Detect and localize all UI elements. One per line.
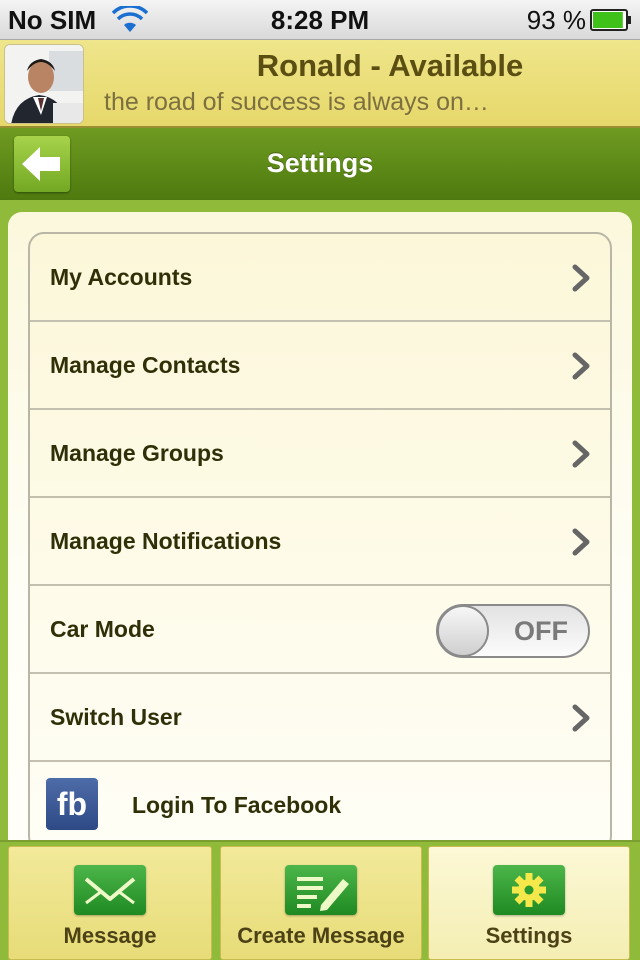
profile-name: Ronald - Available (256, 48, 524, 83)
settings-panel: My Accounts Manage Contacts Manage Group… (8, 212, 632, 852)
settings-item-car-mode: Car Mode OFF (30, 586, 610, 674)
tab-label: Message (63, 923, 157, 948)
tab-settings[interactable]: Settings (428, 846, 630, 960)
battery-icon (590, 9, 631, 31)
settings-item-label: Login To Facebook (132, 792, 342, 818)
settings-item-login-facebook[interactable]: fb Login To Facebook (30, 762, 610, 850)
tab-label: Settings (485, 923, 573, 948)
profile-header[interactable]: Ronald - Available the road of success i… (0, 40, 640, 128)
status-bar: No SIM 8:28 PM 93 % (0, 0, 640, 40)
chevron-right-icon (572, 440, 590, 468)
tab-label: Create Message (237, 923, 405, 948)
settings-item-label: Switch User (50, 704, 182, 730)
settings-item-label: Manage Groups (50, 440, 224, 466)
envelope-icon (74, 865, 146, 915)
settings-item-switch-user[interactable]: Switch User (30, 674, 610, 762)
settings-list: My Accounts Manage Contacts Manage Group… (28, 232, 612, 852)
settings-item-manage-contacts[interactable]: Manage Contacts (30, 322, 610, 410)
chevron-right-icon (572, 528, 590, 556)
settings-item-label: My Accounts (50, 264, 193, 290)
tab-create-message[interactable]: Create Message (220, 846, 422, 960)
settings-item-manage-groups[interactable]: Manage Groups (30, 410, 610, 498)
toggle-knob[interactable] (437, 605, 489, 657)
toggle-state-label: OFF (514, 616, 568, 646)
tab-message[interactable]: Message (8, 846, 212, 960)
settings-item-manage-notifications[interactable]: Manage Notifications (30, 498, 610, 586)
chevron-right-icon (572, 704, 590, 732)
page-title: Settings (266, 148, 374, 178)
chevron-right-icon (572, 264, 590, 292)
tab-bar: Message Create Message Settings (0, 840, 640, 960)
facebook-icon: fb (46, 778, 98, 830)
profile-status-message: the road of success is always on… (104, 88, 489, 116)
settings-item-label: Car Mode (50, 616, 155, 642)
gear-icon (493, 865, 565, 915)
compose-icon (285, 865, 357, 915)
chevron-right-icon (572, 352, 590, 380)
car-mode-toggle[interactable]: OFF (436, 604, 590, 658)
navigation-bar: Settings (0, 128, 640, 200)
settings-item-label: Manage Contacts (50, 352, 241, 378)
avatar[interactable] (4, 44, 84, 124)
settings-item-label: Manage Notifications (50, 528, 282, 554)
battery-percent: 93 % (526, 5, 586, 35)
settings-item-my-accounts[interactable]: My Accounts (30, 234, 610, 322)
